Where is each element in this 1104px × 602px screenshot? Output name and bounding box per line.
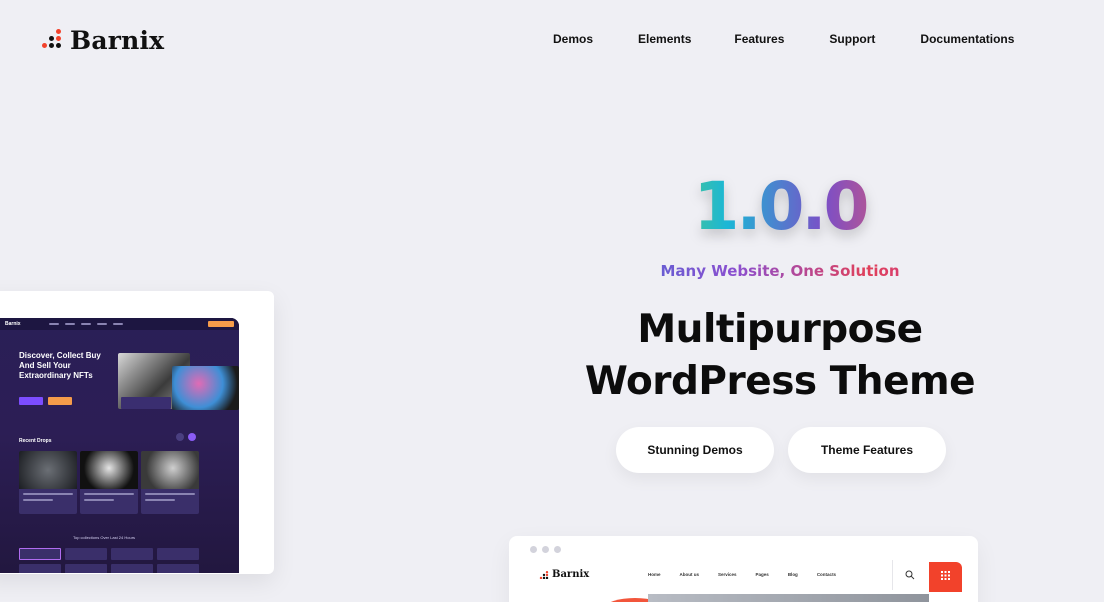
nft-recent-drops-label: Recent Drops [19, 438, 52, 444]
theme-features-button[interactable]: Theme Features [788, 427, 946, 473]
nft-drop-card [80, 451, 138, 514]
nft-demo-screen: Barnix Discover, Collect Buy And Sell Yo… [0, 318, 239, 573]
preview-divider [892, 560, 893, 590]
preview-nav-item: Services [718, 572, 737, 577]
preview-logo-dots-icon [539, 570, 549, 579]
nft-next-arrow-icon [188, 433, 196, 441]
stunning-demos-button[interactable]: Stunning Demos [616, 427, 774, 473]
hero-headline-line2: WordPress Theme [584, 359, 976, 404]
nft-demo-create-button [48, 397, 72, 405]
nft-collection-item [157, 548, 199, 560]
site-logo[interactable]: Barnix [38, 26, 164, 55]
nft-top-collections-label: Top collections Over Last 24 Hours [73, 535, 136, 540]
preview-logo-text: Barnix [552, 569, 590, 580]
nft-demo-logo: Barnix [5, 321, 21, 327]
headline-block: Multipurpose WordPress Theme [560, 304, 1000, 408]
hero-tagline: Many Website, One Solution [560, 262, 1000, 280]
preview-nav-item: Contacts [816, 572, 837, 577]
nft-collection-item [157, 564, 199, 573]
nav-item-features[interactable]: Features [734, 32, 784, 46]
nft-collection-item [19, 548, 61, 560]
nft-demo-title: Discover, Collect Buy And Sell Your Extr… [19, 351, 101, 380]
preview-nav-item: About us [679, 572, 700, 577]
nft-prev-arrow-icon [176, 433, 184, 441]
nft-art-caption [121, 397, 171, 409]
preview-search-icon [905, 570, 915, 580]
logo-text: Barnix [70, 26, 165, 55]
nav-item-support[interactable]: Support [829, 32, 875, 46]
window-dots-icon [530, 546, 561, 553]
nav-item-elements[interactable]: Elements [638, 32, 691, 46]
nft-demo-cta [208, 321, 234, 327]
logo-dots-icon [38, 28, 64, 54]
nft-demo-explore-button [19, 397, 43, 405]
version-number: 1.0.0 [560, 168, 1000, 245]
preview-nav-item: Pages [755, 572, 769, 577]
barnix-demo-preview[interactable]: Barnix Home About us Services Pages Blog… [509, 536, 978, 602]
grid-menu-icon [941, 571, 950, 580]
version-block: 1.0.0 [560, 168, 1000, 245]
nft-art-portrait [172, 366, 239, 410]
nav-item-demos[interactable]: Demos [553, 32, 593, 46]
nft-collection-item [65, 564, 107, 573]
nft-drop-card [141, 451, 199, 514]
nft-drop-card [19, 451, 77, 514]
preview-menu-button [929, 562, 962, 592]
nft-demo-preview[interactable]: Barnix Discover, Collect Buy And Sell Yo… [0, 291, 274, 574]
preview-nav: Home About us Services Pages Blog Contac… [648, 572, 855, 577]
preview-hero-image [648, 594, 929, 602]
nft-demo-topbar: Barnix [0, 318, 239, 330]
main-nav: Demos Elements Features Support Document… [553, 32, 1059, 46]
nav-item-documentations[interactable]: Documentations [920, 32, 1014, 46]
nft-collection-item [65, 548, 107, 560]
preview-nav-item: Blog [787, 572, 798, 577]
tagline-block: Many Website, One Solution [560, 262, 1000, 280]
preview-logo: Barnix [539, 569, 589, 580]
nft-collection-item [111, 548, 153, 560]
preview-nav-item: Home [648, 572, 661, 577]
nft-collection-item [111, 564, 153, 573]
hero-headline-line1: Multipurpose [637, 307, 923, 352]
nft-collection-item [19, 564, 61, 573]
